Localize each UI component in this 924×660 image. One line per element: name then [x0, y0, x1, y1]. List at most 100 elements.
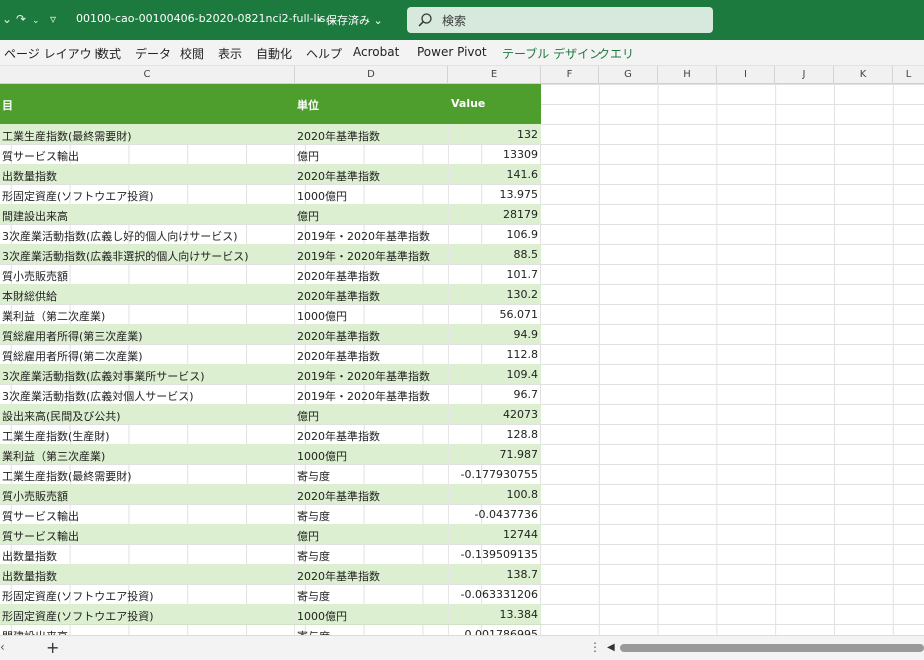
cell-value[interactable]: -0.177930755 [450, 468, 538, 481]
cell-unit[interactable]: 2020年基準指数 [297, 288, 447, 304]
cell-value[interactable]: 28179 [450, 208, 538, 221]
cell-value[interactable]: 42073 [450, 408, 538, 421]
cell-unit[interactable]: 2019年・2020年基準指数 [297, 368, 447, 384]
tab-help[interactable]: ヘルプ [306, 45, 342, 62]
column-header-l[interactable]: L [893, 66, 924, 84]
header-item[interactable]: 目 [2, 97, 13, 113]
cell-value[interactable]: 109.4 [450, 368, 539, 381]
file-name[interactable]: 00100-cao-00100406-b2020-0821nci2-full-l… [76, 12, 336, 25]
cell-item[interactable]: 形固定資産(ソフトウエア投資) [2, 588, 292, 604]
cell-value[interactable]: 71.987 [450, 448, 539, 461]
cell-value[interactable]: 130.2 [450, 288, 539, 301]
cell-item[interactable]: 出数量指数 [2, 548, 292, 564]
header-value[interactable]: Value [451, 97, 485, 110]
column-header-f[interactable]: F [541, 66, 599, 84]
cell-unit[interactable]: 2020年基準指数 [297, 128, 447, 144]
cell-unit[interactable]: 2020年基準指数 [297, 168, 447, 184]
cell-value[interactable]: 128.8 [450, 428, 539, 441]
cell-item[interactable]: 本財総供給 [2, 288, 292, 304]
header-unit[interactable]: 単位 [297, 97, 319, 113]
cell-item[interactable]: 形固定資産(ソフトウエア投資) [2, 188, 292, 204]
chevron-down-icon[interactable]: ⌄ [2, 11, 12, 27]
cell-item[interactable]: 形固定資産(ソフトウエア投資) [2, 608, 292, 624]
cell-unit[interactable]: 億円 [297, 528, 447, 544]
cell-value[interactable]: -0.139509135 [450, 548, 538, 561]
chevron-down-icon[interactable]: ⌄ [32, 13, 40, 29]
cell-item[interactable]: 業利益（第三次産業) [2, 448, 292, 464]
tab-power-pivot[interactable]: Power Pivot [417, 45, 487, 59]
cell-item[interactable]: 出数量指数 [2, 568, 292, 584]
redo-icon[interactable]: ↷ [16, 11, 26, 27]
tab-formulas[interactable]: 数式 [97, 45, 121, 62]
cell-item[interactable]: 業利益（第二次産業) [2, 308, 292, 324]
cell-unit[interactable]: 1000億円 [297, 608, 447, 624]
cell-unit[interactable]: 1000億円 [297, 188, 447, 204]
cell-value[interactable]: 12744 [450, 528, 538, 541]
cell-item[interactable]: 間建設出来高 [2, 628, 292, 635]
cell-value[interactable]: 0.001786995 [450, 628, 538, 635]
cell-item[interactable]: 質サービス輸出 [2, 528, 292, 544]
cell-unit[interactable]: 2020年基準指数 [297, 328, 447, 344]
tab-page-layout[interactable]: ページ レイアウト [4, 45, 104, 62]
cell-value[interactable]: 132 [450, 128, 538, 141]
chevron-left-icon[interactable]: ‹ [0, 640, 5, 654]
column-header-k[interactable]: K [834, 66, 893, 84]
cell-unit[interactable]: 寄与度 [297, 588, 447, 604]
cell-item[interactable]: 質サービス輸出 [2, 508, 292, 524]
tab-review[interactable]: 校閲 [180, 45, 204, 62]
cell-value[interactable]: 112.8 [450, 348, 539, 361]
tab-query[interactable]: クエリ [598, 45, 634, 62]
cell-item[interactable]: 3次産業活動指数(広義対個人サービス) [2, 388, 292, 404]
cell-value[interactable]: 13.975 [450, 188, 539, 201]
cell-unit[interactable]: 2020年基準指数 [297, 568, 447, 584]
cell-unit[interactable]: 2019年・2020年基準指数 [297, 228, 447, 244]
cell-item[interactable]: 工業生産指数(最終需要財) [2, 468, 292, 484]
cell-item[interactable]: 質総雇用者所得(第三次産業) [2, 328, 292, 344]
cell-unit[interactable]: 寄与度 [297, 508, 447, 524]
cell-unit[interactable]: 2020年基準指数 [297, 488, 447, 504]
cell-item[interactable]: 出数量指数 [2, 168, 292, 184]
more-options-icon[interactable]: ⋮ [589, 640, 601, 654]
tab-data[interactable]: データ [135, 45, 171, 62]
cell-item[interactable]: 工業生産指数(生産財) [2, 428, 292, 444]
cell-value[interactable]: 96.7 [450, 388, 539, 401]
cell-value[interactable]: 13309 [450, 148, 538, 161]
cell-value[interactable]: 100.8 [450, 488, 539, 501]
cell-unit[interactable]: 2019年・2020年基準指数 [297, 248, 447, 264]
cell-value[interactable]: 101.7 [450, 268, 539, 281]
cell-value[interactable]: -0.0437736 [450, 508, 538, 521]
tab-table-design[interactable]: テーブル デザイン [502, 45, 601, 62]
cell-item[interactable]: 質小売販売額 [2, 488, 292, 504]
tab-automate[interactable]: 自動化 [256, 45, 292, 62]
cell-value[interactable]: 94.9 [450, 328, 539, 341]
cell-unit[interactable]: 億円 [297, 408, 447, 424]
cell-item[interactable]: 間建設出来高 [2, 208, 292, 224]
cell-unit[interactable]: 寄与度 [297, 468, 447, 484]
cell-item[interactable]: 設出来高(民間及び公共) [2, 408, 292, 424]
horizontal-scrollbar[interactable] [620, 644, 924, 652]
cell-item[interactable]: 3次産業活動指数(広義対事業所サービス) [2, 368, 292, 384]
cell-value[interactable]: 56.071 [450, 308, 539, 321]
cell-unit[interactable]: 1000億円 [297, 448, 447, 464]
column-header-g[interactable]: G [599, 66, 658, 84]
cell-value[interactable]: -0.063331206 [450, 588, 538, 601]
cell-item[interactable]: 3次産業活動指数(広義非選択的個人向けサービス) [2, 248, 292, 264]
cell-item[interactable]: 質サービス輸出 [2, 148, 292, 164]
cell-value[interactable]: 13.384 [450, 608, 539, 621]
column-header-h[interactable]: H [658, 66, 717, 84]
search-box[interactable]: 検索 [407, 7, 713, 33]
cell-unit[interactable]: 2020年基準指数 [297, 268, 447, 284]
cell-unit[interactable]: 2019年・2020年基準指数 [297, 388, 447, 404]
cell-value[interactable]: 138.7 [450, 568, 539, 581]
cell-unit[interactable]: 寄与度 [297, 548, 447, 564]
column-header-i[interactable]: I [717, 66, 775, 84]
cell-item[interactable]: 質小売販売額 [2, 268, 292, 284]
save-status[interactable]: • 保存済み ⌄ [316, 12, 383, 28]
cell-unit[interactable]: 億円 [297, 148, 447, 164]
cell-value[interactable]: 106.9 [450, 228, 539, 241]
cell-item[interactable]: 質総雇用者所得(第二次産業) [2, 348, 292, 364]
column-header-j[interactable]: J [775, 66, 834, 84]
scroll-left-icon[interactable]: ◀ [607, 642, 615, 653]
add-sheet-button[interactable]: + [46, 638, 59, 657]
customize-qat-icon[interactable]: ▿ [50, 11, 56, 27]
